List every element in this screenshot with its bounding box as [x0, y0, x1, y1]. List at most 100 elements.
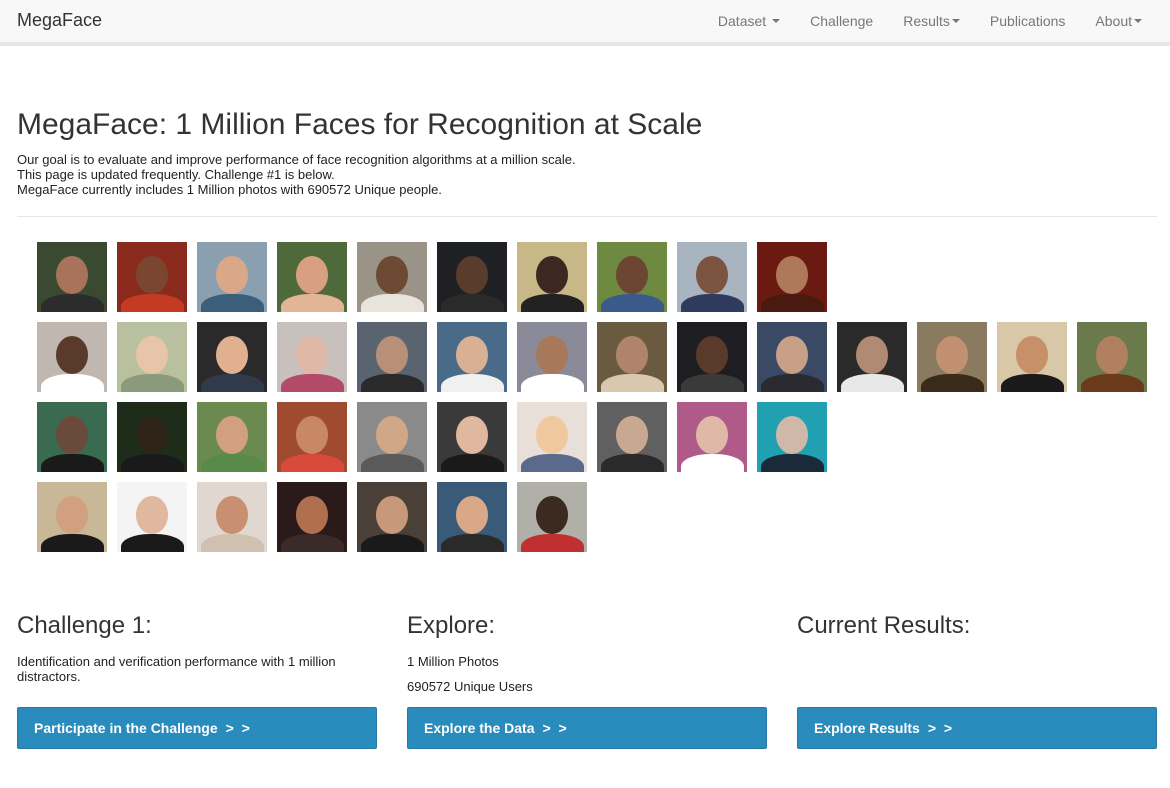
nav-item-about[interactable]: About — [1080, 0, 1170, 42]
face-thumbnail — [517, 242, 587, 312]
face-shoulders — [520, 373, 584, 392]
face-shoulders — [360, 453, 424, 472]
face-head — [375, 496, 409, 534]
face-head — [615, 416, 649, 454]
face-thumbnail — [677, 322, 747, 392]
explore-data-button[interactable]: Explore the Data > > — [407, 707, 767, 749]
face-head — [935, 336, 969, 374]
face-shoulders — [120, 373, 184, 392]
face-thumbnail — [357, 402, 427, 472]
face-thumbnail — [677, 242, 747, 312]
face-head — [615, 336, 649, 374]
explore-photos-stat: 1 Million Photos — [407, 654, 499, 669]
face-thumbnail — [197, 322, 267, 392]
face-shoulders — [40, 533, 104, 552]
face-thumbnail — [597, 402, 667, 472]
nav-item-dataset[interactable]: Dataset — [703, 0, 795, 42]
face-shoulders — [280, 533, 344, 552]
face-head — [455, 416, 489, 454]
header-divider — [17, 216, 1157, 217]
face-thumbnail — [37, 402, 107, 472]
face-shoulders — [440, 373, 504, 392]
double-chevron-icon: > > — [225, 720, 252, 736]
face-head — [55, 416, 89, 454]
participate-challenge-button[interactable]: Participate in the Challenge > > — [17, 707, 377, 749]
face-head — [695, 416, 729, 454]
face-head — [615, 256, 649, 294]
explore-heading: Explore: — [407, 612, 496, 639]
face-shoulders — [280, 453, 344, 472]
face-shoulders — [600, 373, 664, 392]
face-shoulders — [680, 453, 744, 472]
explore-column: Explore: 1 Million Photos 690572 Unique … — [407, 612, 767, 694]
face-head — [1015, 336, 1049, 374]
face-head — [775, 416, 809, 454]
face-shoulders — [200, 453, 264, 472]
face-head — [695, 256, 729, 294]
nav-item-label: About — [1095, 13, 1132, 29]
face-thumbnail — [437, 322, 507, 392]
face-head — [535, 496, 569, 534]
face-head — [375, 256, 409, 294]
face-head — [1095, 336, 1129, 374]
face-thumbnail — [357, 242, 427, 312]
button-label: Participate in the Challenge — [34, 720, 218, 736]
face-shoulders — [40, 373, 104, 392]
face-shoulders — [520, 453, 584, 472]
face-thumbnail — [277, 402, 347, 472]
page-title: MegaFace: 1 Million Faces for Recognitio… — [17, 108, 703, 141]
face-head — [215, 416, 249, 454]
face-head — [135, 496, 169, 534]
face-shoulders — [760, 293, 824, 312]
double-chevron-icon: > > — [542, 720, 569, 736]
face-shoulders — [440, 533, 504, 552]
face-head — [455, 256, 489, 294]
face-shoulders — [600, 453, 664, 472]
face-thumbnail — [117, 402, 187, 472]
face-head — [775, 336, 809, 374]
face-head — [135, 256, 169, 294]
face-thumbnail — [917, 322, 987, 392]
face-head — [375, 336, 409, 374]
face-thumbnail — [277, 242, 347, 312]
explore-results-button[interactable]: Explore Results > > — [797, 707, 1157, 749]
nav-item-challenge[interactable]: Challenge — [795, 0, 888, 42]
face-head — [295, 256, 329, 294]
face-head — [135, 416, 169, 454]
face-shoulders — [680, 373, 744, 392]
face-thumbnail — [437, 482, 507, 552]
face-head — [535, 336, 569, 374]
face-head — [55, 256, 89, 294]
results-heading: Current Results: — [797, 612, 971, 639]
face-shoulders — [40, 293, 104, 312]
face-head — [535, 256, 569, 294]
face-shoulders — [200, 293, 264, 312]
caret-down-icon — [951, 19, 960, 23]
button-label: Explore Results — [814, 720, 920, 736]
nav-item-label: Dataset — [717, 13, 767, 29]
face-shoulders — [680, 293, 744, 312]
face-thumbnail — [517, 482, 587, 552]
face-head — [375, 416, 409, 454]
face-thumbnail — [677, 402, 747, 472]
face-thumbnail — [37, 322, 107, 392]
nav-item-publications[interactable]: Publications — [975, 0, 1081, 42]
face-shoulders — [120, 453, 184, 472]
face-thumbnail — [197, 242, 267, 312]
face-thumbnail — [757, 242, 827, 312]
face-thumbnail — [37, 242, 107, 312]
challenge-heading: Challenge 1: — [17, 612, 152, 639]
face-shoulders — [360, 293, 424, 312]
face-head — [775, 256, 809, 294]
brand-link[interactable]: MegaFace — [17, 10, 102, 31]
nav-item-results[interactable]: Results — [888, 0, 975, 42]
face-shoulders — [120, 293, 184, 312]
face-head — [855, 336, 889, 374]
button-label: Explore the Data — [424, 720, 535, 736]
face-head — [55, 336, 89, 374]
face-thumbnail — [597, 242, 667, 312]
face-thumbnail — [117, 242, 187, 312]
face-thumbnail — [117, 482, 187, 552]
nav-item-label: Results — [903, 13, 950, 29]
face-shoulders — [440, 453, 504, 472]
